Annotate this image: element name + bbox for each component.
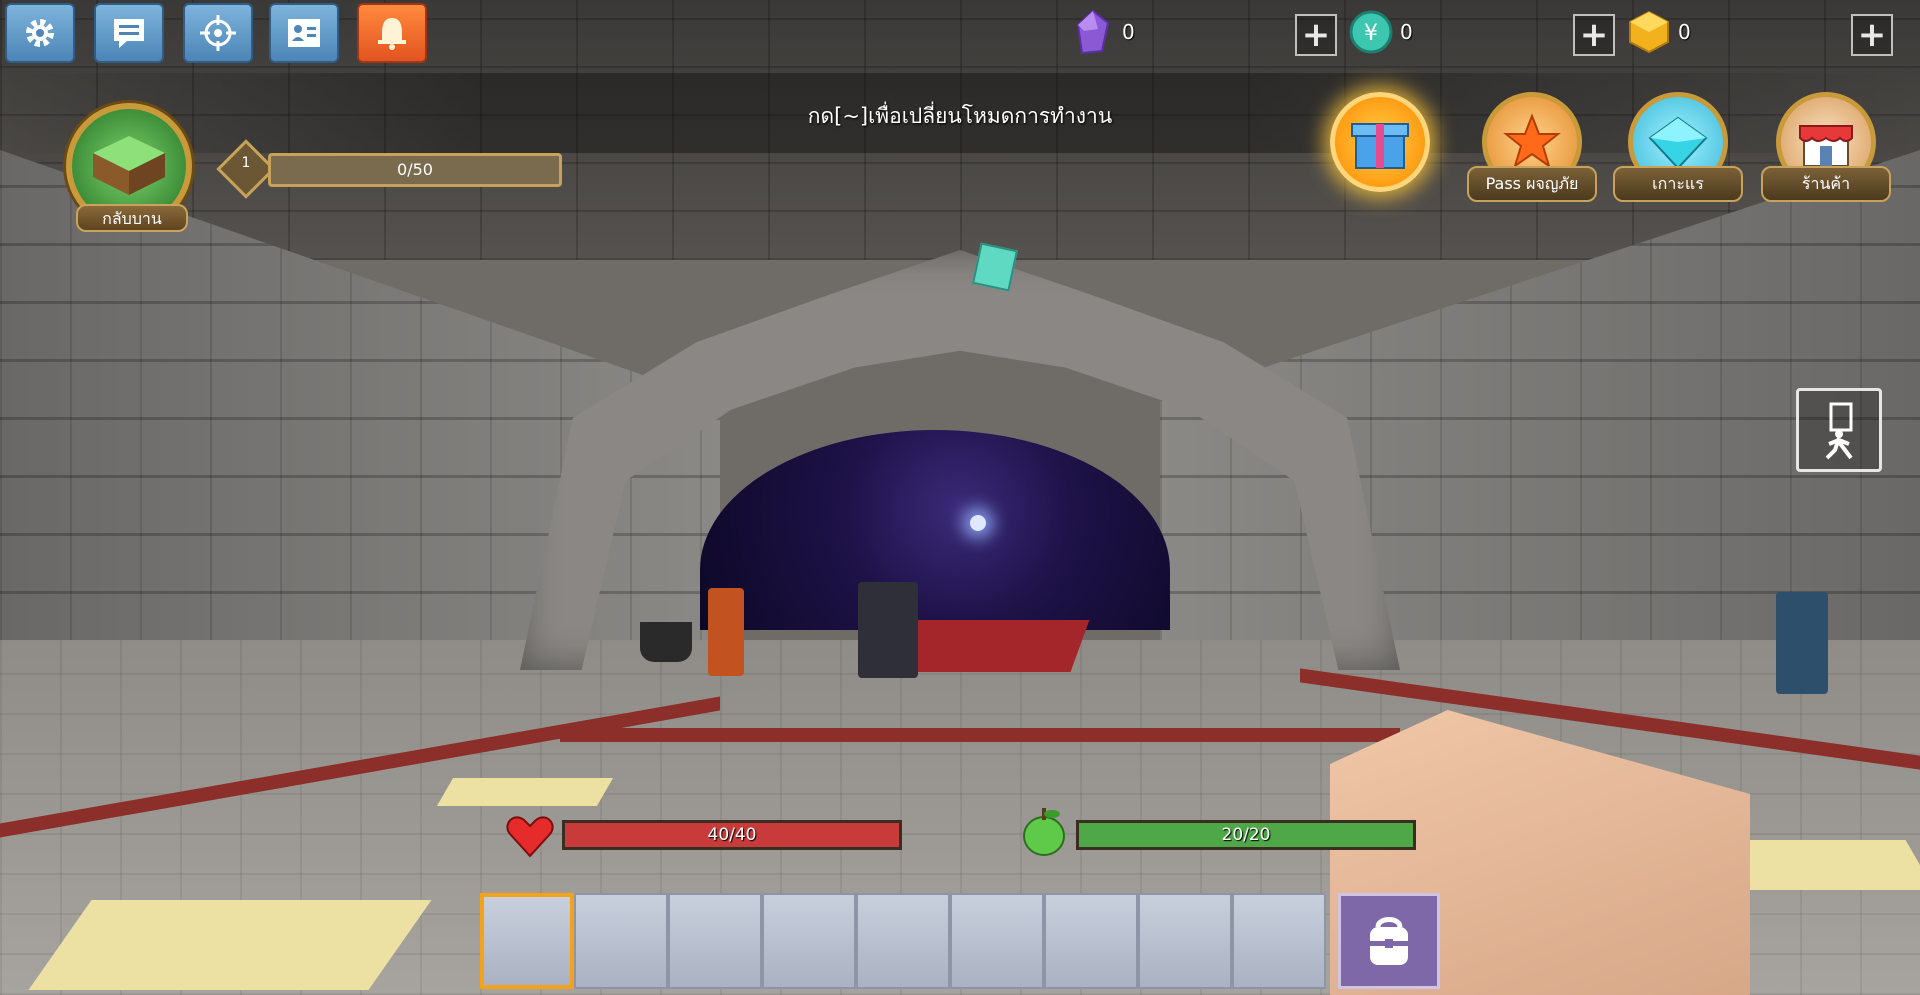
add-coins-button[interactable]: + xyxy=(1573,14,1615,56)
add-gems-button[interactable]: + xyxy=(1295,14,1337,56)
crosshair-icon xyxy=(200,15,236,51)
currency-gems: 0 xyxy=(1070,6,1135,58)
gift-box-icon xyxy=(1351,123,1409,169)
hunger-text: 20/20 xyxy=(1221,825,1271,845)
notification-button[interactable] xyxy=(357,3,427,63)
health-text: 40/40 xyxy=(707,825,757,845)
add-cubes-button[interactable]: + xyxy=(1851,14,1893,56)
hotbar-slot[interactable] xyxy=(1138,893,1232,989)
gold-cube-icon xyxy=(1629,10,1669,54)
adventure-pass-label: Pass ผจญภัย xyxy=(1467,166,1597,202)
leave-button[interactable] xyxy=(1796,388,1882,472)
hotbar xyxy=(480,893,1326,989)
cubes-value: 0 xyxy=(1678,20,1691,44)
chat-icon xyxy=(114,19,144,48)
pumpkin-npc[interactable] xyxy=(708,588,744,676)
player-group[interactable] xyxy=(858,582,918,678)
backpack-icon xyxy=(1370,917,1408,965)
profile-button[interactable] xyxy=(269,3,339,63)
hotbar-slot[interactable] xyxy=(762,893,856,989)
hotbar-slot[interactable] xyxy=(1044,893,1138,989)
hunger-bar: 20/20 xyxy=(1076,820,1416,850)
adventure-pass-icon xyxy=(1503,113,1561,169)
hotbar-slot[interactable] xyxy=(1232,893,1326,989)
shop-icon xyxy=(1799,125,1853,167)
portal-star xyxy=(970,515,986,531)
chat-button[interactable] xyxy=(94,3,164,63)
space-portal xyxy=(700,430,1170,630)
gear-icon xyxy=(26,19,54,47)
mode-switch-hint: กด[~]เพื่อเปลี่ยนโหมดการทำงาน xyxy=(807,104,1113,128)
backpack-button[interactable] xyxy=(1338,893,1440,989)
profile-card-icon xyxy=(288,19,320,47)
purple-gem-icon xyxy=(1076,9,1110,55)
elf-npc[interactable] xyxy=(1776,592,1828,694)
currency-coins: ¥ 0 xyxy=(1348,6,1413,58)
hotbar-slot[interactable] xyxy=(480,893,574,989)
green-coin-icon: ¥ xyxy=(1349,10,1393,54)
cauldron xyxy=(640,622,692,662)
island-crystal-icon xyxy=(1648,116,1708,170)
hotbar-slot[interactable] xyxy=(574,893,668,989)
health-bar: 40/40 xyxy=(562,820,902,850)
settings-button[interactable] xyxy=(5,3,75,63)
sand-block xyxy=(436,778,614,806)
hotbar-slot[interactable] xyxy=(668,893,762,989)
exit-door-icon xyxy=(1825,402,1853,460)
heart-icon xyxy=(506,816,554,858)
svg-text:¥: ¥ xyxy=(1364,21,1378,46)
hotbar-slot[interactable] xyxy=(856,893,950,989)
gift-button[interactable] xyxy=(1330,92,1430,192)
sand-block xyxy=(28,900,432,990)
grass-block-icon xyxy=(93,136,165,195)
shop-label: ร้านค้า xyxy=(1761,166,1891,202)
xp-text: 0/50 xyxy=(397,160,433,179)
target-button[interactable] xyxy=(183,3,253,63)
coins-value: 0 xyxy=(1400,20,1413,44)
level-number: 1 xyxy=(241,155,251,171)
floor-red-border xyxy=(560,728,1400,742)
island-label: เกาะแร xyxy=(1613,166,1743,202)
apple-icon xyxy=(1023,808,1065,856)
hotbar-slot[interactable] xyxy=(950,893,1044,989)
gems-value: 0 xyxy=(1122,20,1135,44)
currency-cubes: 0 xyxy=(1626,6,1691,58)
bell-icon xyxy=(378,18,406,50)
home-label: กลับบาน xyxy=(76,204,188,232)
